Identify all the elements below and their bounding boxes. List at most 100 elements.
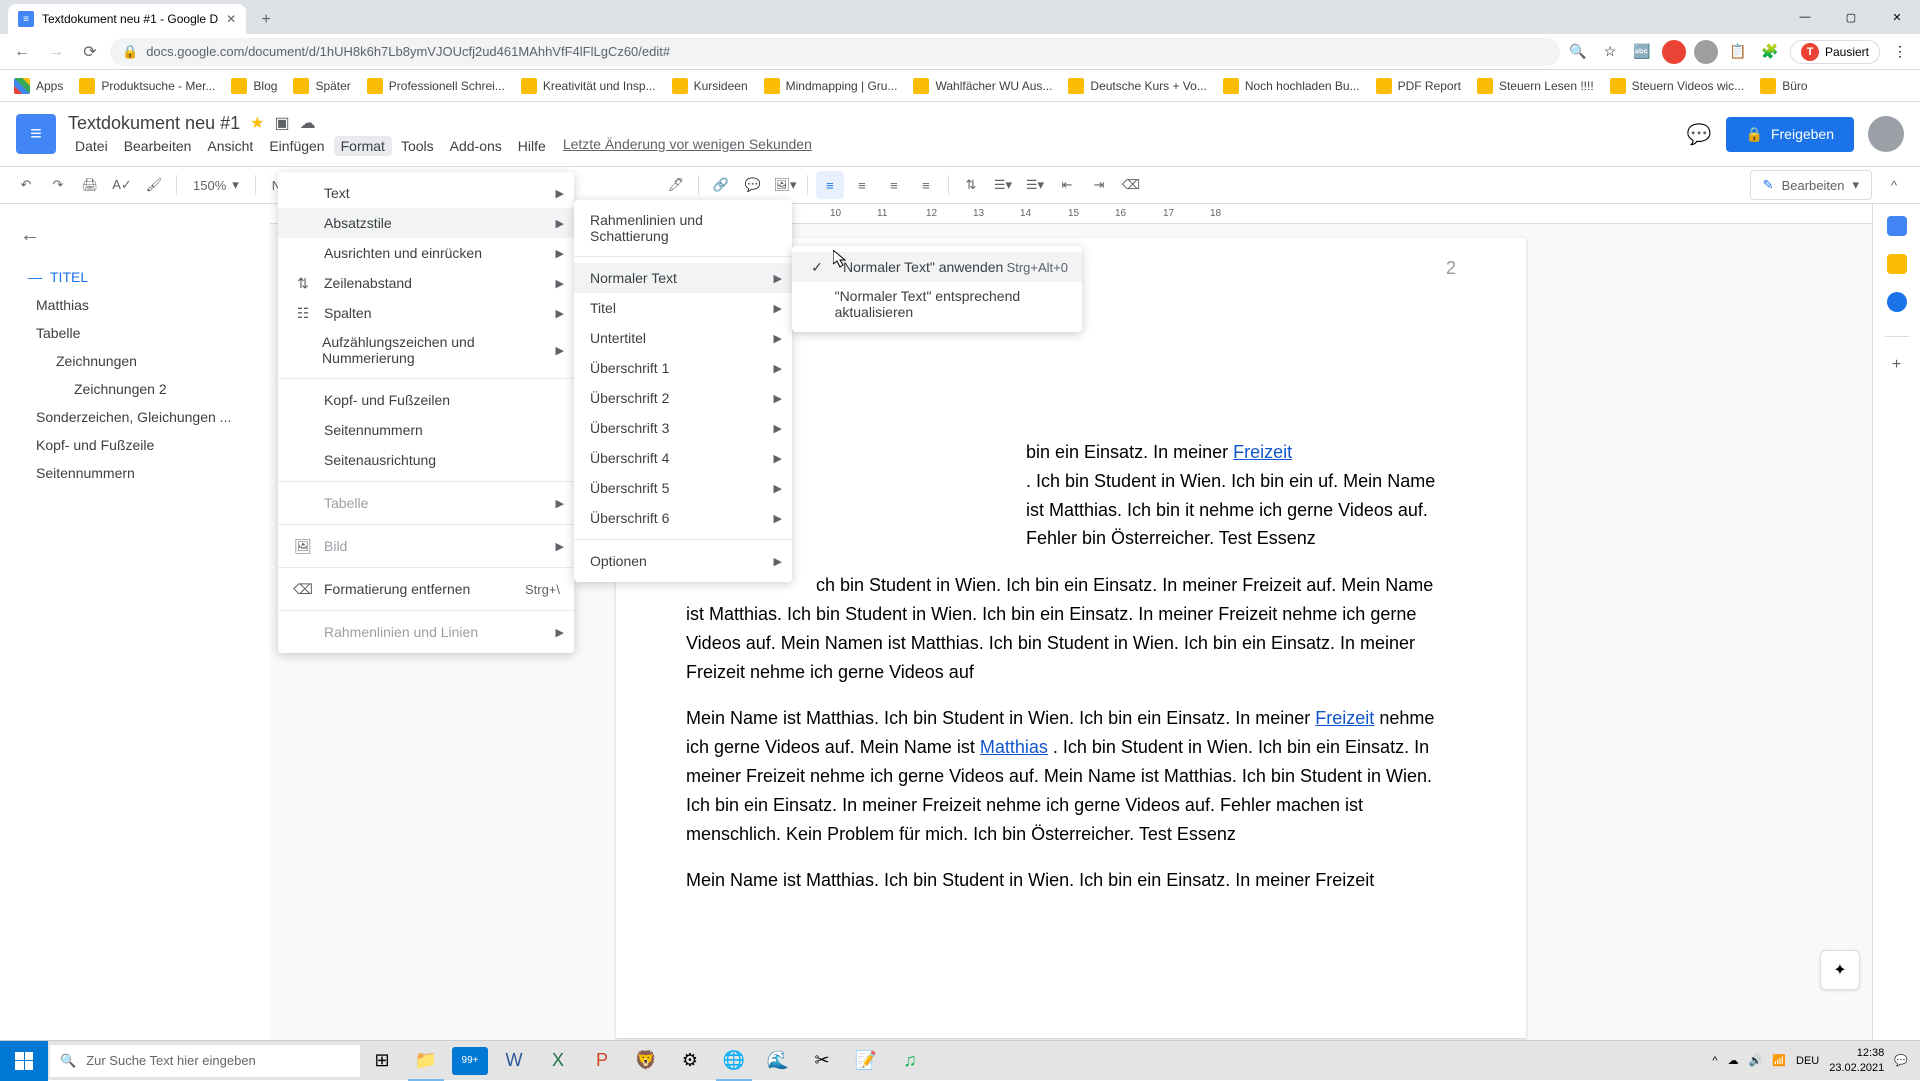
align-justify-button[interactable]: ≡ (912, 171, 940, 199)
tasks-icon[interactable] (1887, 292, 1907, 312)
bookmark-item[interactable]: Büro (1754, 74, 1813, 98)
url-field[interactable]: 🔒 docs.google.com/document/d/1hUH8k6h7Lb… (110, 38, 1560, 66)
start-button[interactable] (0, 1041, 48, 1081)
menu-text[interactable]: Text▶ (278, 178, 574, 208)
menu-ueberschrift3[interactable]: Überschrift 3▶ (574, 413, 792, 443)
language-indicator[interactable]: DEU (1796, 1055, 1819, 1067)
bookmark-item[interactable]: Kreativität und Insp... (515, 74, 662, 98)
menu-seitenausrichtung[interactable]: Seitenausrichtung (278, 445, 574, 475)
collapse-toolbar-button[interactable]: ^ (1880, 171, 1908, 199)
doc-title[interactable]: Textdokument neu #1 (68, 113, 240, 134)
cloud-saved-icon[interactable]: ☁ (300, 113, 316, 133)
bookmark-item[interactable]: Produktsuche - Mer... (73, 74, 221, 98)
star-icon[interactable]: ★ (250, 113, 264, 133)
excel-icon[interactable]: X (536, 1041, 580, 1081)
close-tab-icon[interactable]: ✕ (226, 12, 236, 26)
menu-ansicht[interactable]: Ansicht (200, 136, 260, 156)
menu-bearbeiten[interactable]: Bearbeiten (117, 136, 199, 156)
clear-formatting-button[interactable]: ⌫ (1117, 171, 1145, 199)
reload-button[interactable]: ⟳ (76, 38, 104, 66)
bookmark-item[interactable]: Wahlfächer WU Aus... (907, 74, 1058, 98)
bookmark-item[interactable]: Kursideen (666, 74, 754, 98)
insert-link-button[interactable]: 🔗 (707, 171, 735, 199)
zoom-select[interactable]: 150%▾ (185, 173, 247, 197)
numbered-list-button[interactable]: ☰▾ (989, 171, 1017, 199)
bookmark-item[interactable]: Steuern Lesen !!!! (1471, 74, 1600, 98)
menu-ueberschrift2[interactable]: Überschrift 2▶ (574, 383, 792, 413)
decrease-indent-button[interactable]: ⇤ (1053, 171, 1081, 199)
menu-aufzaehlung[interactable]: Aufzählungszeichen und Nummerierung▶ (278, 328, 574, 372)
outline-item[interactable]: Seitennummern (12, 459, 257, 487)
menu-datei[interactable]: Datei (68, 136, 115, 156)
move-icon[interactable]: ▣ (274, 113, 289, 133)
powerpoint-icon[interactable]: P (580, 1041, 624, 1081)
bookmark-item[interactable]: Später (287, 74, 356, 98)
menu-hilfe[interactable]: Hilfe (511, 136, 553, 156)
menu-addons[interactable]: Add-ons (443, 136, 509, 156)
ext-icon-2[interactable] (1694, 40, 1718, 64)
menu-kopfzeilen[interactable]: Kopf- und Fußzeilen (278, 385, 574, 415)
menu-ueberschrift5[interactable]: Überschrift 5▶ (574, 473, 792, 503)
user-avatar[interactable] (1868, 116, 1904, 152)
docs-logo[interactable]: ≡ (16, 114, 56, 154)
menu-update-normal[interactable]: "Normaler Text" entsprechend aktualisier… (792, 282, 1082, 326)
volume-icon[interactable]: 🔊 (1749, 1054, 1763, 1067)
bookmark-apps[interactable]: Apps (8, 74, 69, 98)
zoom-icon[interactable]: 🔍 (1566, 40, 1590, 64)
menu-format[interactable]: Format (334, 136, 392, 156)
bookmark-item[interactable]: Noch hochladen Bu... (1217, 74, 1366, 98)
last-change-link[interactable]: Letzte Änderung vor wenigen Sekunden (563, 136, 812, 156)
bookmark-item[interactable]: Blog (225, 74, 283, 98)
new-tab-button[interactable]: + (252, 6, 280, 34)
menu-titel[interactable]: Titel▶ (574, 293, 792, 323)
menu-zeilenabstand[interactable]: ⇅Zeilenabstand▶ (278, 268, 574, 298)
menu-ueberschrift6[interactable]: Überschrift 6▶ (574, 503, 792, 533)
share-button[interactable]: 🔒 Freigeben (1726, 117, 1854, 152)
maximize-button[interactable]: ▢ (1828, 0, 1874, 34)
align-right-button[interactable]: ≡ (880, 171, 908, 199)
insert-image-button[interactable]: 🖼▾ (771, 171, 799, 199)
calendar-icon[interactable] (1887, 216, 1907, 236)
highlight-color-button[interactable]: 🖊 (662, 171, 690, 199)
chrome-icon[interactable]: 🌐 (712, 1041, 756, 1081)
align-center-button[interactable]: ≡ (848, 171, 876, 199)
snipping-icon[interactable]: ✂ (800, 1041, 844, 1081)
extensions-button[interactable]: 🧩 (1758, 40, 1782, 64)
menu-absatzstile[interactable]: Absatzstile▶ (278, 208, 574, 238)
outline-item[interactable]: Tabelle (12, 319, 257, 347)
ext-icon-3[interactable]: 📋 (1726, 40, 1750, 64)
menu-einfuegen[interactable]: Einfügen (262, 136, 331, 156)
insert-comment-button[interactable]: 💬 (739, 171, 767, 199)
bookmark-item[interactable]: Deutsche Kurs + Vo... (1062, 74, 1212, 98)
redo-button[interactable]: ↷ (44, 171, 72, 199)
menu-seitennummern[interactable]: Seitennummern (278, 415, 574, 445)
notifications-icon[interactable]: 💬 (1894, 1054, 1908, 1067)
outline-item[interactable]: Zeichnungen 2 (12, 375, 257, 403)
mail-icon[interactable]: 99+ (452, 1047, 488, 1075)
task-view-button[interactable]: ⊞ (360, 1041, 404, 1081)
bookmark-item[interactable]: Steuern Videos wic... (1604, 74, 1751, 98)
edge-icon[interactable]: 🌊 (756, 1041, 800, 1081)
taskbar-clock[interactable]: 12:38 23.02.2021 (1829, 1046, 1884, 1075)
onedrive-icon[interactable]: ☁ (1728, 1054, 1739, 1067)
outline-item[interactable]: Matthias (12, 291, 257, 319)
body-text[interactable]: bin ein Einsatz. In meiner Freizeit . Ic… (686, 438, 1456, 895)
bookmark-item[interactable]: Professionell Schrei... (361, 74, 511, 98)
menu-tools[interactable]: Tools (394, 136, 441, 156)
edit-mode-select[interactable]: ✎ Bearbeiten ▾ (1750, 170, 1872, 200)
link-freizeit[interactable]: Freizeit (1315, 708, 1374, 728)
outline-item[interactable]: Zeichnungen (12, 347, 257, 375)
file-explorer-icon[interactable]: 📁 (404, 1041, 448, 1081)
outline-close-icon[interactable]: ← (12, 216, 257, 255)
spellcheck-button[interactable]: A✓ (108, 171, 136, 199)
add-addon-icon[interactable]: + (1887, 355, 1907, 375)
menu-optionen[interactable]: Optionen▶ (574, 546, 792, 576)
back-button[interactable]: ← (8, 38, 36, 66)
tray-chevron-icon[interactable]: ^ (1712, 1055, 1717, 1067)
chrome-menu-icon[interactable]: ⋮ (1888, 40, 1912, 64)
menu-spalten[interactable]: ☷Spalten▶ (278, 298, 574, 328)
paint-format-button[interactable]: 🖌 (140, 171, 168, 199)
outline-item[interactable]: TITEL (12, 263, 257, 291)
taskbar-search[interactable]: 🔍 Zur Suche Text hier eingeben (50, 1045, 360, 1077)
link-matthias[interactable]: Matthias (980, 737, 1048, 757)
